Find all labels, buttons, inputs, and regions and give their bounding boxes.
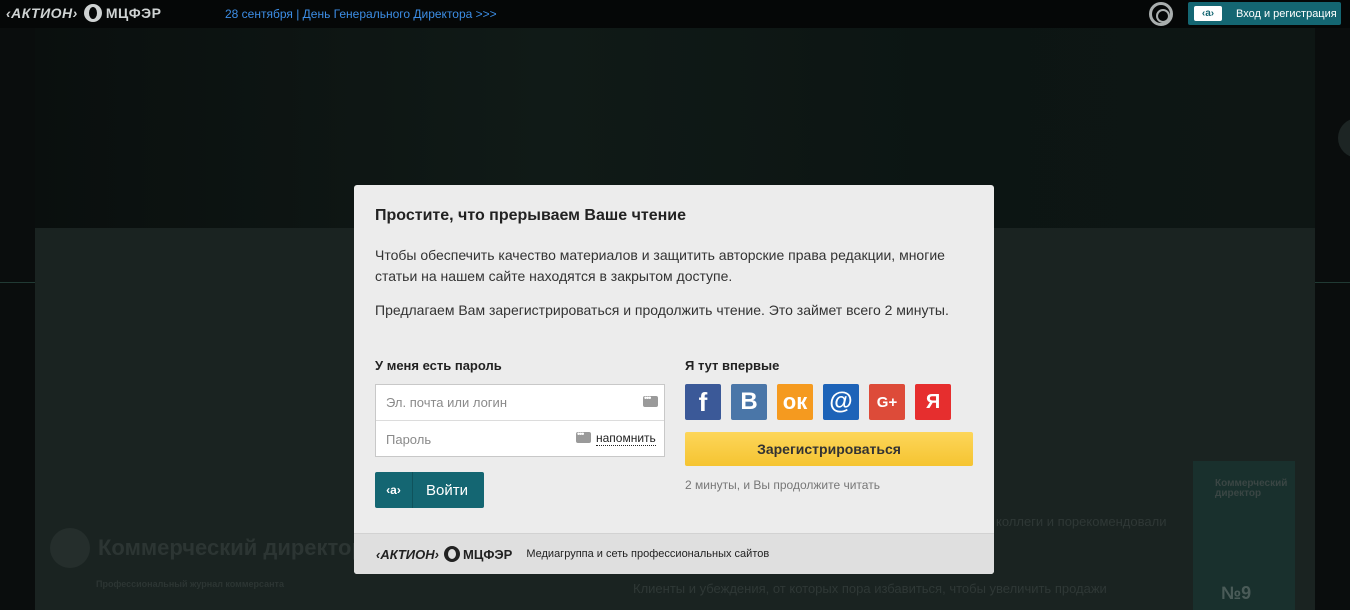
- googleplus-icon[interactable]: G+: [869, 384, 905, 420]
- divider: [0, 282, 35, 283]
- password-manager-icon[interactable]: [643, 393, 658, 407]
- vkontakte-icon[interactable]: B: [731, 384, 767, 420]
- aktion-logo-text: ‹АКТИОН›: [6, 5, 78, 21]
- paywall-modal: Простите, что прерываем Ваше чтение Чтоб…: [354, 185, 994, 574]
- password-input[interactable]: [386, 431, 586, 447]
- enter-button[interactable]: ‹а› Войти: [375, 472, 484, 508]
- slider-next-arrow[interactable]: [1338, 118, 1350, 158]
- mailru-icon[interactable]: @: [823, 384, 859, 420]
- aktion-a-icon: ‹а›: [1194, 6, 1222, 21]
- magazine-logo-subtitle: Профессиональный журнал коммерсанта: [96, 579, 284, 589]
- enter-button-label: Войти: [426, 481, 468, 499]
- globe-icon: [83, 4, 102, 22]
- magazine-logo-title: Коммерческий директор: [98, 535, 365, 560]
- login-form: напомнить: [375, 384, 665, 457]
- remind-password-link[interactable]: напомнить: [596, 431, 656, 446]
- article-link[interactable]: Клиенты и убеждения, от которых пора изб…: [633, 581, 1107, 596]
- password-row: напомнить: [376, 421, 664, 457]
- aktion-a-icon: ‹а›: [375, 472, 413, 508]
- modal-paragraph-2: Предлагаем Вам зарегистрироваться и прод…: [375, 302, 949, 318]
- mcfer-logo: МЦФЭР: [444, 546, 512, 562]
- register-button[interactable]: Зарегистрироваться: [685, 432, 973, 466]
- modal-footer: ‹АКТИОН› МЦФЭР Медиагруппа и сеть профес…: [354, 533, 994, 574]
- password-manager-icon[interactable]: [576, 429, 591, 443]
- mcfer-logo: МЦФЭР: [83, 4, 162, 22]
- magazine-logo-icon: [50, 528, 90, 568]
- social-login-buttons: f B ок @ G+ Я: [685, 384, 951, 420]
- login-column-title: У меня есть пароль: [375, 358, 502, 373]
- email-row: [376, 385, 664, 421]
- email-login-input[interactable]: [386, 395, 586, 410]
- aktion-logo-text: ‹АКТИОН›: [376, 546, 439, 562]
- login-register-label: Вход и регистрация: [1236, 7, 1337, 20]
- footer-brand-logo[interactable]: ‹АКТИОН› МЦФЭР: [376, 546, 512, 562]
- magazine-logo: Коммерческий директор: [50, 528, 365, 568]
- divider: [1315, 282, 1350, 283]
- register-note: 2 минуты, и Вы продолжите читать: [685, 478, 880, 492]
- facebook-icon[interactable]: f: [685, 384, 721, 420]
- brand-logo[interactable]: ‹АКТИОН› МЦФЭР: [6, 4, 161, 22]
- magazine-cover-number: №9: [1221, 583, 1252, 603]
- top-bar: ‹АКТИОН› МЦФЭР 28 сентября | День Генера…: [0, 0, 1350, 28]
- modal-title: Простите, что прерываем Ваше чтение: [375, 207, 686, 224]
- globe-icon: [444, 546, 460, 562]
- modal-paragraph-1: Чтобы обеспечить качество материалов и з…: [375, 247, 945, 284]
- odnoklassniki-icon[interactable]: ок: [777, 384, 813, 420]
- mcfer-logo-text: МЦФЭР: [105, 5, 162, 21]
- login-register-button[interactable]: ‹а› Вход и регистрация: [1188, 2, 1341, 25]
- register-column-title: Я тут впервые: [685, 358, 780, 373]
- event-link[interactable]: 28 сентября | День Генерального Директор…: [225, 7, 497, 21]
- yandex-icon[interactable]: Я: [915, 384, 951, 420]
- magazine-cover-title: Коммерческий директор: [1215, 478, 1288, 499]
- magazine-cover[interactable]: Коммерческий директор №9: [1193, 461, 1295, 610]
- lifebuoy-help-icon[interactable]: [1149, 2, 1173, 26]
- article-snippet: коллеги и порекомендовали: [996, 514, 1167, 529]
- mcfer-logo-text: МЦФЭР: [463, 546, 513, 562]
- footer-text: Медиагруппа и сеть профессиональных сайт…: [526, 548, 770, 560]
